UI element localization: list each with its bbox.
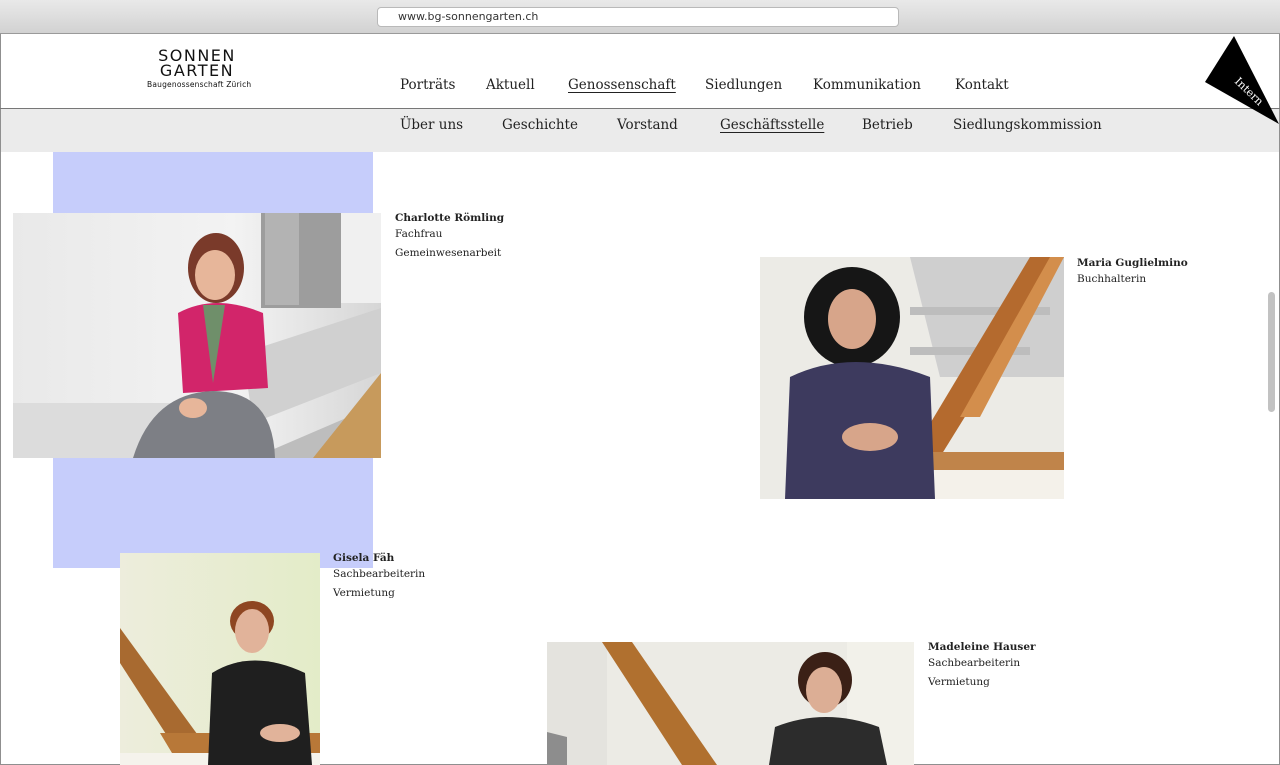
address-bar[interactable]: www.bg-sonnengarten.ch (377, 7, 899, 27)
site-logo[interactable]: SONNEN GARTEN Baugenossenschaft Zürich (147, 48, 252, 90)
logo-tagline: Baugenossenschaft Zürich (147, 80, 252, 89)
staff-role: Sachbearbeiterin (928, 657, 1021, 669)
subnav-ueber-uns[interactable]: Über uns (400, 117, 463, 133)
staff-department: Gemeinwesenarbeit (395, 247, 502, 259)
staff-role: Sachbearbeiterin (333, 568, 426, 580)
staff-department: Vermietung (928, 676, 990, 688)
staff-name: Gisela Fäh (333, 552, 395, 564)
staff-role: Buchhalterin (1077, 273, 1147, 285)
caption-charlotte-roemling: Charlotte Römling Fachfrau Gemeinwesenar… (395, 210, 504, 261)
intern-triangle-icon: Intern (1205, 36, 1279, 124)
caption-maria-guglielmino: Maria Guglielmino Buchhalterin (1077, 255, 1188, 287)
subnav-siedlungskommission[interactable]: Siedlungskommission (953, 117, 1102, 133)
nav-aktuell[interactable]: Aktuell (486, 77, 535, 93)
caption-gisela-faeh: Gisela Fäh Sachbearbeiterin Vermietung (333, 550, 425, 601)
subnav-vorstand[interactable]: Vorstand (617, 117, 678, 133)
nav-siedlungen[interactable]: Siedlungen (705, 77, 782, 93)
subnav-geschaeftsstelle[interactable]: Geschäftsstelle (720, 117, 824, 133)
nav-portraets[interactable]: Porträts (400, 77, 455, 93)
intern-login-corner[interactable]: Intern (1200, 34, 1280, 126)
staff-name: Charlotte Römling (395, 212, 505, 224)
staff-department: Vermietung (333, 587, 395, 599)
nav-kontakt[interactable]: Kontakt (955, 77, 1009, 93)
caption-madeleine-hauser: Madeleine Hauser Sachbearbeiterin Vermie… (928, 639, 1036, 690)
portrait-gisela-faeh (120, 553, 320, 765)
staff-name: Madeleine Hauser (928, 641, 1036, 653)
browser-toolbar: www.bg-sonnengarten.ch (0, 0, 1280, 34)
portrait-madeleine-hauser (547, 642, 914, 765)
subnav-geschichte[interactable]: Geschichte (502, 117, 578, 133)
page-scrollbar[interactable] (1268, 292, 1275, 412)
subnav-betrieb[interactable]: Betrieb (862, 117, 913, 133)
portrait-charlotte-roemling (13, 213, 381, 458)
nav-kommunikation[interactable]: Kommunikation (813, 77, 921, 93)
staff-role: Fachfrau (395, 228, 443, 240)
logo-line-2: GARTEN (159, 61, 235, 80)
nav-genossenschaft[interactable]: Genossenschaft (568, 77, 676, 93)
portrait-maria-guglielmino (760, 257, 1064, 499)
staff-name: Maria Guglielmino (1077, 257, 1188, 269)
